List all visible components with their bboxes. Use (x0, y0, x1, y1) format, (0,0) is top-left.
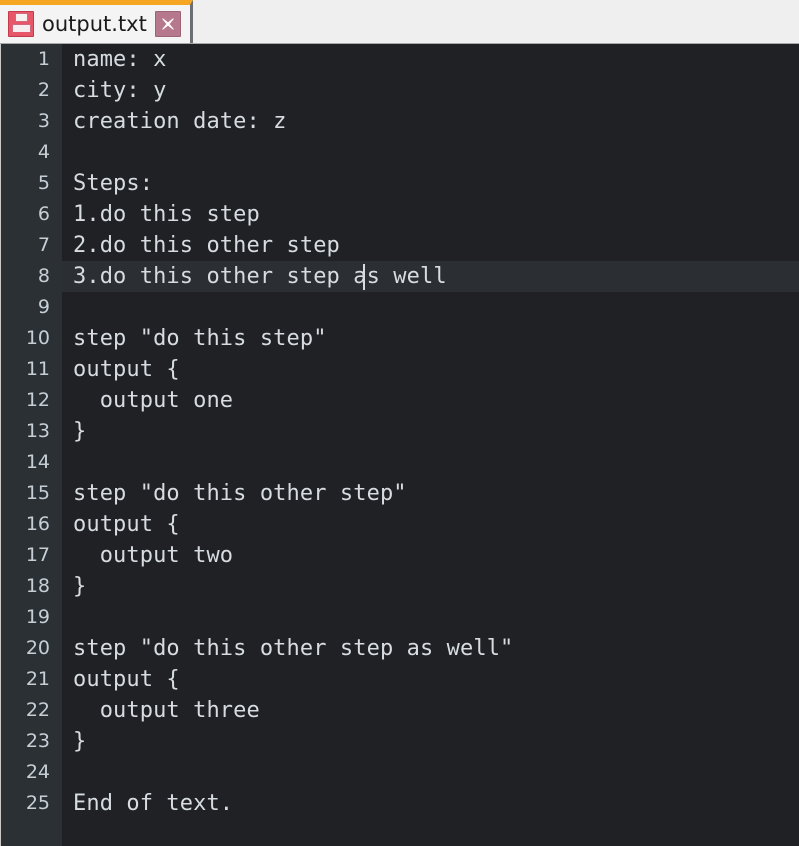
line-number: 16 (25, 513, 50, 535)
line-text: } (73, 419, 87, 444)
code-line[interactable]: 2 city: y (1, 75, 799, 106)
line-number: 25 (25, 792, 50, 814)
line-number: 10 (25, 327, 50, 349)
line-text: output three (73, 698, 260, 723)
code-line[interactable]: 15 step "do this other step" (1, 478, 799, 509)
line-text: name: x (73, 47, 167, 72)
line-text: output { (73, 357, 180, 382)
text-cursor (363, 264, 366, 290)
line-number: 9 (37, 296, 50, 318)
line-number: 4 (37, 141, 50, 163)
code-line[interactable]: 6 1.do this step (1, 199, 799, 230)
tab-bar: output.txt (0, 0, 799, 44)
line-number: 12 (25, 389, 50, 411)
line-number: 5 (37, 172, 50, 194)
line-text: } (73, 729, 87, 754)
line-number: 24 (25, 761, 50, 783)
code-line[interactable]: 5 Steps: (1, 168, 799, 199)
line-text: output one (73, 388, 234, 413)
line-text: step "do this other step as well" (73, 636, 514, 661)
line-number: 18 (25, 575, 50, 597)
code-line[interactable]: 1 name: x (1, 44, 799, 75)
line-text: city: y (73, 78, 167, 103)
line-text: step "do this step" (73, 326, 327, 351)
line-text: } (73, 574, 87, 599)
tab-bar-empty-area (192, 0, 799, 43)
editor-window: output.txt 1 name: x 2 city: y 3 creation dat… (0, 0, 799, 846)
code-line[interactable]: 8 3.do this other step as well (1, 261, 799, 292)
code-line[interactable]: 11 output { (1, 354, 799, 385)
tab-output-txt[interactable]: output.txt (0, 0, 193, 43)
line-text: output two (73, 543, 234, 568)
code-line[interactable]: 23} (1, 726, 799, 757)
line-number: 21 (25, 668, 50, 690)
line-text: creation date: z (73, 109, 287, 134)
floppy-disk-icon (8, 11, 34, 37)
line-number: 6 (37, 203, 50, 225)
line-text: output { (73, 667, 180, 692)
code-lines: 1 name: x 2 city: y 3 creation date: z 4 5 Steps… (1, 44, 799, 819)
line-number: 13 (25, 420, 50, 442)
line-number: 23 (25, 730, 50, 752)
line-number: 15 (25, 482, 50, 504)
code-line[interactable]: 25 End of text. (1, 788, 799, 819)
line-text: End of text. (73, 791, 234, 816)
close-x-icon[interactable] (154, 11, 181, 37)
code-line[interactable]: 16 output { (1, 509, 799, 540)
line-number: 3 (37, 110, 50, 132)
code-line[interactable]: 22 output three (1, 695, 799, 726)
tab-label: output.txt (42, 11, 147, 36)
code-line[interactable]: 17 output two (1, 540, 799, 571)
line-number: 14 (25, 451, 50, 473)
line-number: 2 (37, 79, 50, 101)
line-number: 1 (37, 48, 50, 70)
code-line[interactable]: 10 step "do this step" (1, 323, 799, 354)
code-line[interactable]: 18} (1, 571, 799, 602)
code-line[interactable]: 3 creation date: z (1, 106, 799, 137)
line-number: 11 (25, 358, 50, 380)
line-number: 22 (25, 699, 50, 721)
code-line[interactable]: 4 (1, 137, 799, 168)
line-number: 19 (25, 606, 50, 628)
code-line[interactable]: 21 output { (1, 664, 799, 695)
line-number: 20 (25, 637, 50, 659)
code-line[interactable]: 9 (1, 292, 799, 323)
line-text: 1.do this step (73, 202, 260, 227)
line-number: 8 (37, 265, 50, 287)
line-text: 2.do this other step (73, 233, 340, 258)
code-line[interactable]: 7 2.do this other step (1, 230, 799, 261)
code-line[interactable]: 12 output one (1, 385, 799, 416)
code-line[interactable]: 19 (1, 602, 799, 633)
code-line[interactable]: 24 (1, 757, 799, 788)
code-line[interactable]: 20 step "do this other step as well" (1, 633, 799, 664)
text-editor[interactable]: 1 name: x 2 city: y 3 creation date: z 4 5 Steps… (0, 44, 799, 846)
line-text: Steps: (73, 171, 154, 196)
line-number: 17 (25, 544, 50, 566)
line-text: 3.do this other step as well (73, 264, 447, 289)
line-text: step "do this other step" (73, 481, 407, 506)
code-line[interactable]: 14 (1, 447, 799, 478)
line-number: 7 (37, 234, 50, 256)
code-line[interactable]: 13} (1, 416, 799, 447)
line-text: output { (73, 512, 180, 537)
